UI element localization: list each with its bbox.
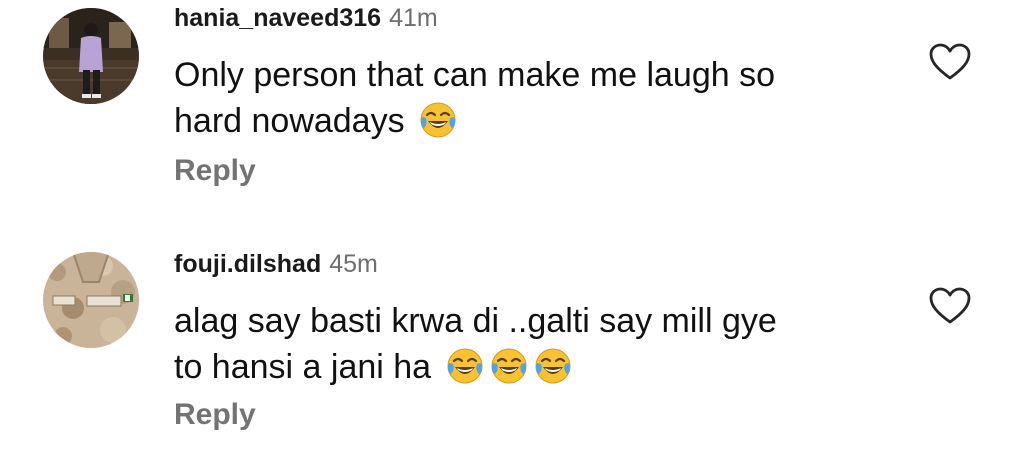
timestamp: 45m [329, 250, 378, 278]
comment-text-line-content: to hansi a jani ha [174, 348, 432, 386]
comment-item: fouji.dilshad 45m alag say basti krwa di … [0, 230, 1024, 458]
comment-text: alag say basti krwa di ..galti say mill … [174, 298, 894, 390]
heart-icon [929, 43, 971, 80]
face-with-tears-of-joy-icon [533, 346, 573, 386]
face-with-tears-of-joy-icon [418, 100, 458, 140]
comment-item: hania_naveed316 41m Only person that can … [0, 0, 1024, 230]
heart-icon [929, 287, 971, 324]
comment-text-line-2: hard nowadays [174, 98, 894, 144]
comment-header: fouji.dilshad 45m [174, 252, 378, 277]
avatar[interactable] [43, 8, 139, 104]
username[interactable]: fouji.dilshad [174, 250, 321, 278]
comment-text-line: Only person that can make me laugh so [174, 56, 775, 94]
username[interactable]: hania_naveed316 [174, 4, 381, 32]
avatar[interactable] [43, 252, 139, 348]
comment-text: Only person that can make me laugh so ha… [174, 52, 894, 144]
comment-text-line-2: to hansi a jani ha [174, 344, 894, 390]
reply-button[interactable]: Reply [174, 156, 256, 186]
comment-text-line-content: hard nowadays [174, 102, 405, 140]
comment-text-line: alag say basti krwa di ..galti say mill … [174, 302, 777, 340]
reply-button[interactable]: Reply [174, 400, 256, 430]
face-with-tears-of-joy-icon [489, 346, 529, 386]
like-button[interactable] [928, 42, 972, 82]
face-with-tears-of-joy-icon [445, 346, 485, 386]
like-button[interactable] [928, 286, 972, 326]
timestamp: 41m [389, 4, 438, 32]
comment-header: hania_naveed316 41m [174, 6, 438, 31]
